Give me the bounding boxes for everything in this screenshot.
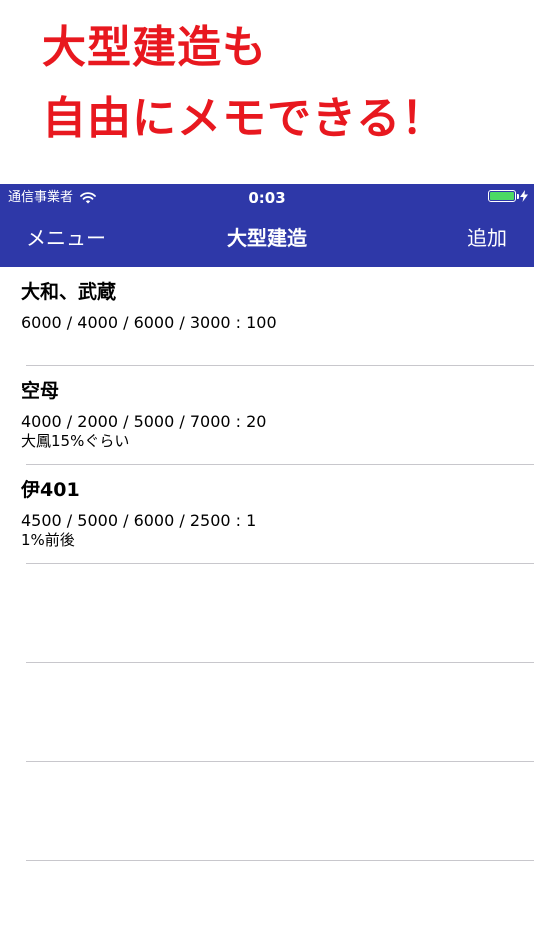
entry-recipe: 4000 / 2000 / 5000 / 7000 : 20 [21, 412, 267, 431]
entry-title: 大和、武蔵 [21, 281, 117, 303]
entry-recipe: 4500 / 5000 / 6000 / 2500 : 1 [21, 511, 257, 530]
promo-headline-2: 自由にメモできる！ [42, 93, 447, 144]
empty-row [26, 564, 534, 663]
entry-memo: 1%前後 [21, 531, 75, 549]
status-time: 0:03 [248, 189, 286, 207]
battery-icon [488, 190, 519, 202]
entry-title: 伊401 [21, 479, 80, 501]
page-title: 大型建造 [227, 226, 307, 250]
entry-memo: 大鳳15%ぐらい [21, 432, 130, 450]
list-item[interactable]: 空母 4000 / 2000 / 5000 / 7000 : 20 大鳳15%ぐ… [21, 366, 534, 465]
nav-row: メニュー 大型建造 追加 [0, 222, 534, 254]
battery-level [490, 192, 514, 200]
promo-headline-1: 大型建造も [42, 22, 267, 73]
charging-bolt-icon [520, 190, 528, 202]
entry-recipe: 6000 / 4000 / 6000 / 3000 : 100 [21, 313, 277, 332]
entry-title: 空母 [21, 380, 60, 402]
navigation-bar: 通信事業者 0:03 メニュー 大型建造 追加 [0, 184, 534, 267]
empty-row [26, 762, 534, 861]
entry-list: 大和、武蔵 6000 / 4000 / 6000 / 3000 : 100 空母… [0, 267, 534, 861]
list-item[interactable]: 伊401 4500 / 5000 / 6000 / 2500 : 1 1%前後 [21, 465, 534, 564]
promo-banner: 大型建造も 自由にメモできる！ [0, 0, 534, 184]
empty-row [26, 663, 534, 762]
status-bar: 通信事業者 0:03 [0, 184, 534, 212]
battery-indicator [488, 190, 528, 202]
list-item[interactable]: 大和、武蔵 6000 / 4000 / 6000 / 3000 : 100 [21, 267, 534, 366]
add-button[interactable]: 追加 [467, 226, 507, 250]
